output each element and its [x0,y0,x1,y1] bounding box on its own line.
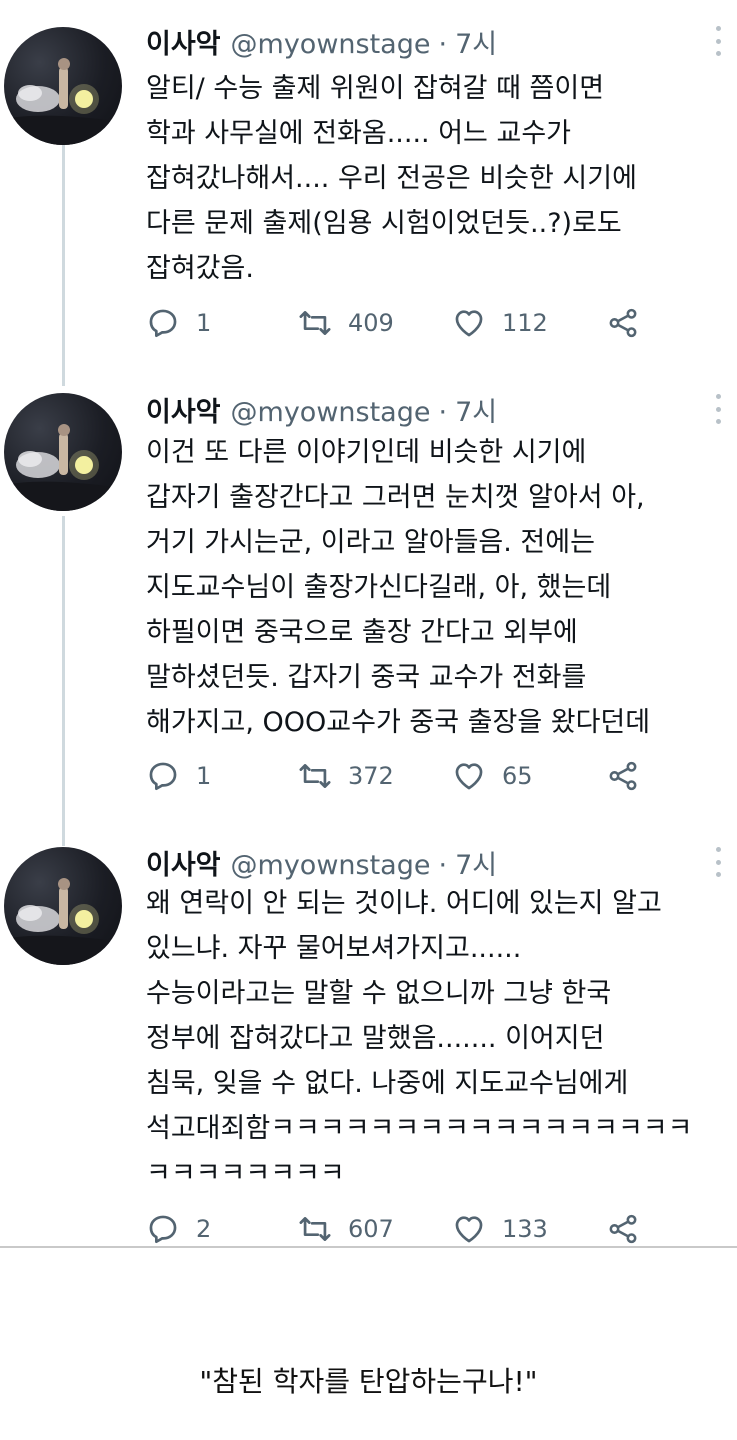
tweet-header: 이사악 @myownstage · 7시 [146,390,497,429]
retweet-count: 607 [348,1215,394,1243]
avatar[interactable] [4,27,122,145]
more-icon[interactable] [713,26,723,56]
share-button[interactable] [606,303,640,343]
text-line: 정부에 잡혀갔다고 말했음....... 이어지던 [146,1023,605,1054]
avatar-image [4,878,122,965]
text-line: 지도교수님이 출장가신다길래, 아, 했는데 [146,572,612,603]
like-count: 65 [502,762,533,790]
text-line: 왜 연락이 안 되는 것이냐. 어디에 있는지 알고 [146,888,662,919]
tweet-actions: 1 409 112 [146,303,706,343]
tweet-header: 이사악 @myownstage · 7시 [146,843,497,882]
text-line: ㅋㅋㅋㅋㅋㅋㅋㅋ [146,1158,345,1189]
share-button[interactable] [606,1209,640,1249]
tweet[interactable]: 이사악 @myownstage · 7시 왜 연락이 안 되는 것이냐. 어디에… [0,835,737,1245]
text-line: 침묵, 잊을 수 없다. 나중에 지도교수님에게 [146,1068,629,1099]
tweet-header: 이사악 @myownstage · 7시 [146,22,497,61]
tweet-text: 이건 또 다른 이야기인데 비슷한 시기에 갑자기 출장간다고 그러면 눈치껏 … [146,430,731,745]
text-line: 잡혀갔음. [146,253,254,284]
display-name[interactable]: 이사악 [146,22,221,61]
like-icon [455,310,483,337]
reply-button[interactable]: 1 [146,756,211,796]
reply-icon [149,309,177,338]
text-line: 석고대죄함ㅋㅋㅋㅋㅋㅋㅋㅋㅋㅋㅋㅋㅋㅋㅋㅋㅋ [146,1113,693,1144]
tweet-actions: 1 372 65 [146,756,706,796]
user-handle[interactable]: @myownstage [231,29,431,60]
retweet-count: 372 [348,762,394,790]
avatar[interactable] [4,393,122,511]
text-line: 잡혀갔나해서.... 우리 전공은 비슷한 시기에 [146,163,637,194]
timestamp[interactable]: 7시 [455,390,497,429]
text-line: 말하셨던듯. 갑자기 중국 교수가 전화를 [146,662,587,693]
user-handle[interactable]: @myownstage [231,850,431,881]
text-line: 해가지고, OOO교수가 중국 출장을 왔다던데 [146,707,651,738]
share-icon [609,1214,637,1244]
share-icon [609,308,637,338]
text-line: 다른 문제 출제(임용 시험이었던듯..?)로도 [146,208,622,239]
reply-button[interactable]: 2 [146,1209,211,1249]
text-line: 알티/ 수능 출제 위원이 잡혀갈 때 쯤이면 [146,73,605,104]
retweet-count: 409 [348,309,394,337]
page: 이사악 @myownstage · 7시 알티/ 수능 출제 위원이 잡혀갈 때… [0,0,737,1440]
retweet-button[interactable]: 372 [298,756,394,796]
text-line: 이건 또 다른 이야기인데 비슷한 시기에 [146,437,587,468]
tweet-actions: 2 607 133 [146,1209,706,1249]
separator-dot: · [438,29,448,60]
avatar-image [4,58,122,145]
retweet-button[interactable]: 409 [298,303,394,343]
retweet-icon [299,311,331,335]
like-button[interactable]: 65 [452,756,533,796]
text-line: 거기 가시는군, 이라고 알아들음. 전에는 [146,527,595,558]
reply-count: 2 [196,1215,212,1243]
text-line: 있느냐. 자꾸 물어보셔가지고...... [146,933,522,964]
like-button[interactable]: 112 [452,303,548,343]
text-line: 수능이라고는 말할 수 없으니까 그냥 한국 [146,978,612,1009]
reply-icon [149,762,177,791]
timestamp[interactable]: 7시 [455,843,497,882]
tweet-text: 왜 연락이 안 되는 것이냐. 어디에 있는지 알고 있느냐. 자꾸 물어보셔가… [146,881,731,1196]
text-line: 학과 사무실에 전화옴..... 어느 교수가 [146,118,572,149]
tweet[interactable]: 이사악 @myownstage · 7시 이건 또 다른 이야기인데 비슷한 시… [0,380,737,830]
more-icon[interactable] [713,847,723,877]
tweet-text: 알티/ 수능 출제 위원이 잡혀갈 때 쯤이면 학과 사무실에 전화옴.....… [146,66,731,291]
like-count: 112 [502,309,548,337]
reply-button[interactable]: 1 [146,303,211,343]
like-count: 133 [502,1215,548,1243]
timestamp[interactable]: 7시 [455,22,497,61]
text-line: 하필이면 중국으로 출장 간다고 외부에 [146,617,578,648]
like-button[interactable]: 133 [452,1209,548,1249]
text-line: 갑자기 출장간다고 그러면 눈치껏 알아서 아, [146,482,645,513]
separator-dot: · [438,850,448,881]
retweet-icon [299,764,331,788]
avatar[interactable] [4,847,122,965]
more-icon[interactable] [713,394,723,424]
caption-text: "참된 학자를 탄압하는구나!" [199,1365,538,1398]
share-button[interactable] [606,756,640,796]
avatar-image [4,424,122,511]
like-icon [455,763,483,790]
display-name[interactable]: 이사악 [146,843,221,882]
reply-count: 1 [196,309,212,337]
retweet-icon [299,1217,331,1241]
separator-dot: · [438,397,448,428]
tweet[interactable]: 이사악 @myownstage · 7시 알티/ 수능 출제 위원이 잡혀갈 때… [0,0,737,380]
reply-icon [149,1215,177,1244]
display-name[interactable]: 이사악 [146,390,221,429]
user-handle[interactable]: @myownstage [231,397,431,428]
reply-count: 1 [196,762,212,790]
divider [0,1246,737,1248]
share-icon [609,761,637,791]
like-icon [455,1216,483,1243]
retweet-button[interactable]: 607 [298,1209,394,1249]
